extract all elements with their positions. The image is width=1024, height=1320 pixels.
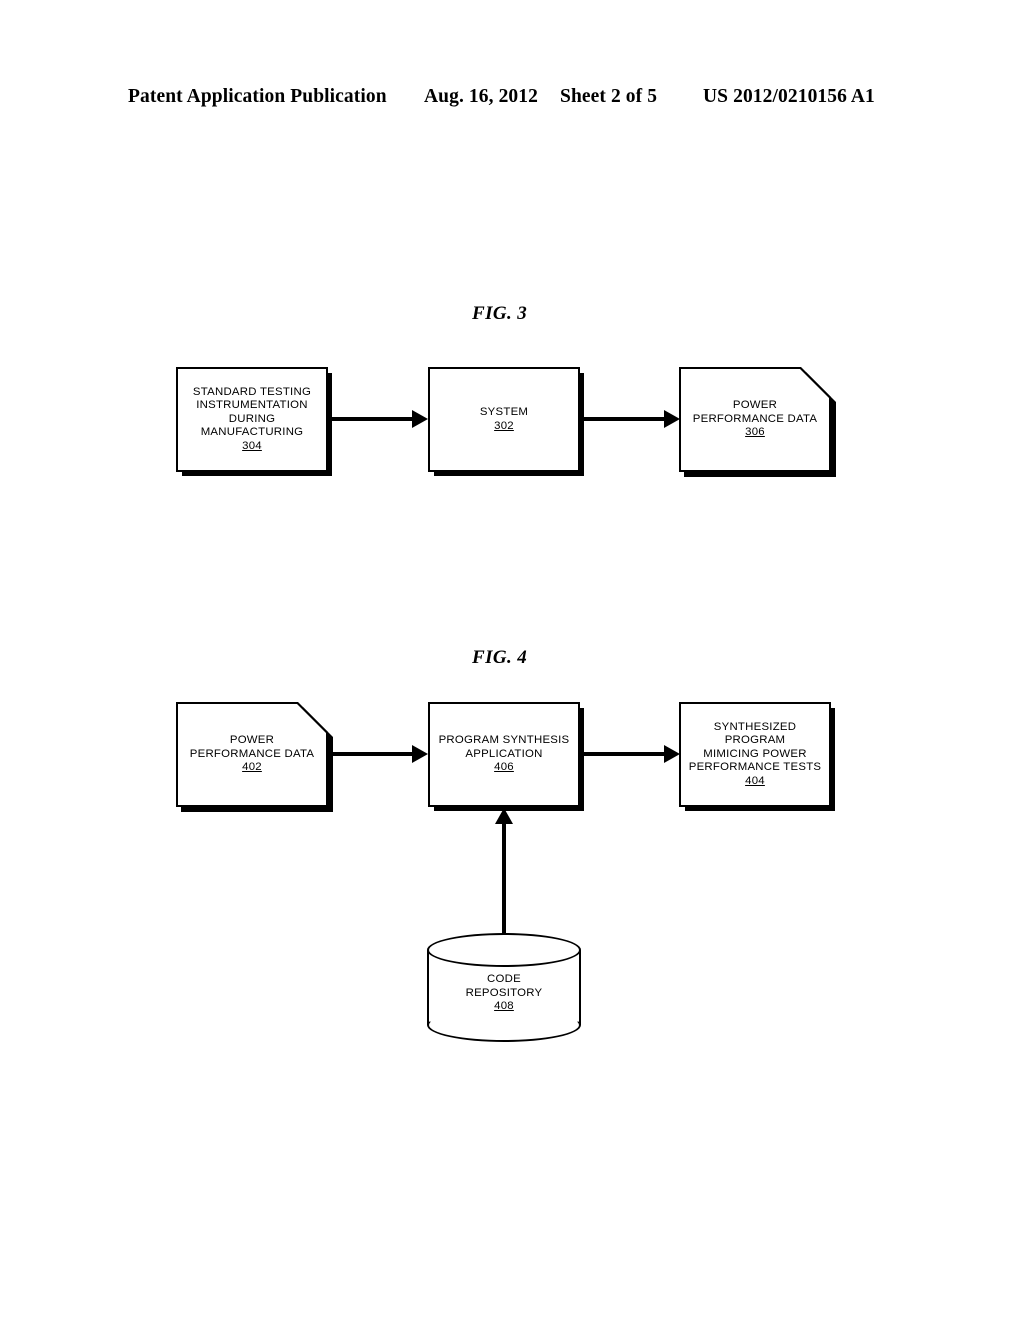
fig4-node-power-performance-data: POWER PERFORMANCE DATA 402	[176, 702, 328, 807]
node-label-line: CODE	[487, 973, 521, 986]
node-label-line: SYSTEM	[479, 405, 529, 418]
node-reference-numeral: 306	[745, 426, 765, 439]
node-label-wrapper: CODE REPOSITORY 408	[427, 933, 581, 1042]
node-label-line: PERFORMANCE DATA	[189, 747, 315, 760]
arrow-shaft	[583, 417, 665, 421]
node-reference-numeral: 408	[494, 1000, 514, 1013]
figure-4-caption: FIG. 4	[472, 647, 528, 668]
node-label: SYNTHESIZED PROGRAM MIMICING POWER PERFO…	[679, 721, 831, 789]
fig4-arrow-408-to-406	[495, 808, 513, 938]
node-label: POWER PERFORMANCE DATA 402	[176, 734, 328, 775]
node-label-line: DURING	[228, 412, 276, 425]
node-reference-numeral: 304	[242, 439, 262, 452]
node-label-line: PROGRAM SYNTHESIS	[438, 734, 570, 747]
header-patent-number: US 2012/0210156 A1	[703, 86, 875, 107]
arrow-head-icon	[412, 410, 428, 428]
arrow-shaft	[583, 752, 665, 756]
node-label-line: PERFORMANCE DATA	[692, 412, 818, 425]
node-label-line: APPLICATION	[465, 747, 543, 760]
arrow-head-icon	[664, 410, 680, 428]
arrow-shaft	[502, 823, 506, 938]
node-label-line: MANUFACTURING	[200, 426, 304, 439]
node-label: STANDARD TESTING INSTRUMENTATION DURING …	[176, 386, 328, 454]
fig4-arrow-406-to-404	[583, 745, 680, 763]
header-sheet-number: Sheet 2 of 5	[560, 86, 658, 107]
node-label: CODE REPOSITORY 408	[427, 973, 581, 1014]
fig3-node-system: SYSTEM 302	[428, 367, 580, 472]
node-label-line: POWER	[732, 399, 778, 412]
node-label-line: SYNTHESIZED	[713, 720, 797, 733]
arrow-shaft	[331, 417, 413, 421]
figure-3-caption: FIG. 3	[472, 303, 528, 324]
fig4-arrow-402-to-406	[331, 745, 428, 763]
arrow-shaft	[331, 752, 413, 756]
fig4-node-synthesized-program: SYNTHESIZED PROGRAM MIMICING POWER PERFO…	[679, 702, 831, 807]
header-publication-title: Patent Application Publication	[128, 86, 387, 107]
arrow-head-icon	[495, 808, 513, 824]
fig3-node-power-performance-data: POWER PERFORMANCE DATA 306	[679, 367, 831, 472]
node-label-line: STANDARD TESTING	[192, 385, 312, 398]
arrow-head-icon	[664, 745, 680, 763]
node-label-line: PERFORMANCE TESTS	[688, 761, 822, 774]
node-reference-numeral: 402	[242, 761, 262, 774]
node-label-line: INSTRUMENTATION	[196, 399, 308, 412]
node-label: PROGRAM SYNTHESIS APPLICATION 406	[428, 734, 580, 775]
node-label-line: REPOSITORY	[465, 986, 543, 999]
page-header: Patent Application Publication Aug. 16, …	[128, 86, 896, 112]
fig3-arrow-304-to-302	[331, 410, 428, 428]
node-reference-numeral: 302	[494, 419, 514, 432]
node-label: SYSTEM 302	[428, 406, 580, 433]
node-reference-numeral: 404	[745, 774, 765, 787]
fig4-node-code-repository: CODE REPOSITORY 408	[427, 933, 581, 1042]
node-label-line: MIMICING POWER	[703, 747, 807, 760]
fig3-node-standard-testing-instrumentation: STANDARD TESTING INSTRUMENTATION DURING …	[176, 367, 328, 472]
fig3-arrow-302-to-306	[583, 410, 680, 428]
fig4-node-program-synthesis-application: PROGRAM SYNTHESIS APPLICATION 406	[428, 702, 580, 807]
node-label-line: POWER	[229, 734, 275, 747]
node-label: POWER PERFORMANCE DATA 306	[679, 399, 831, 440]
node-label-line: PROGRAM	[724, 734, 786, 747]
header-date: Aug. 16, 2012	[424, 86, 538, 107]
arrow-head-icon	[412, 745, 428, 763]
node-reference-numeral: 406	[494, 761, 514, 774]
